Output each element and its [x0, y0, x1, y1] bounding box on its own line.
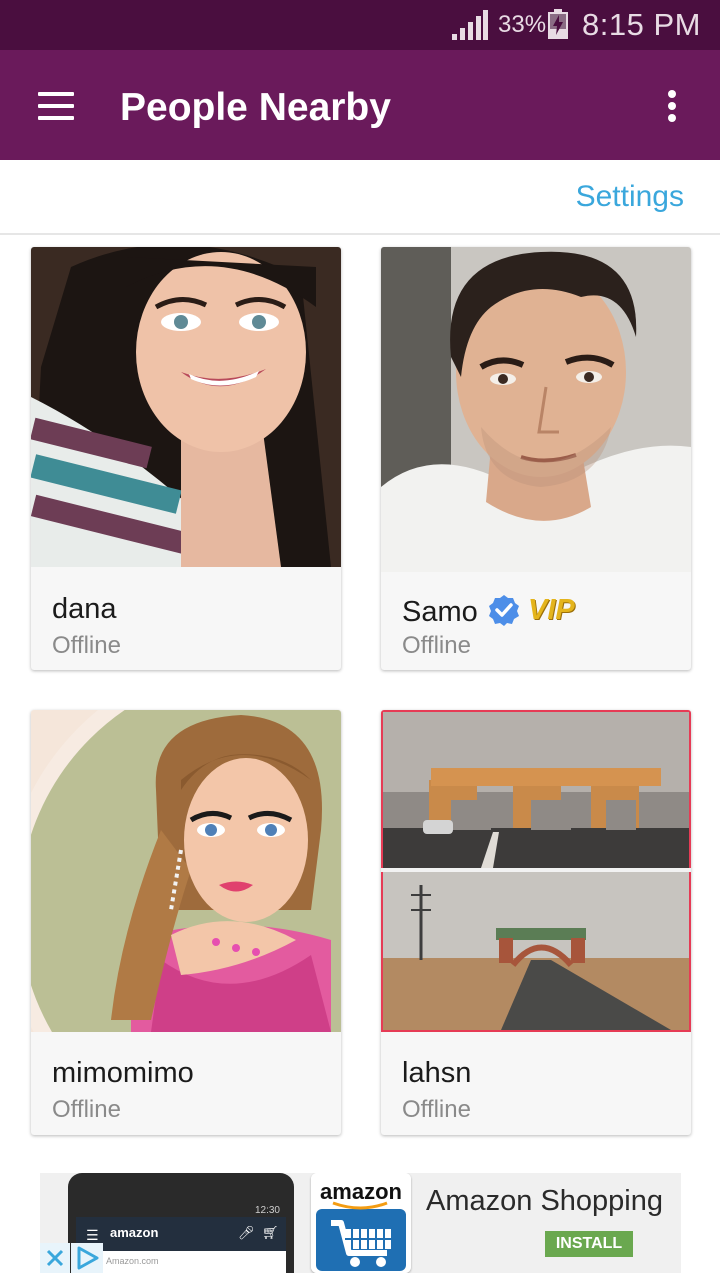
profile-photo [381, 247, 691, 572]
clock: 8:15 PM [582, 7, 701, 42]
amazon-app-icon: amazon [311, 1173, 411, 1273]
app-bar: People Nearby [0, 50, 720, 160]
person-name: Samo [402, 596, 478, 628]
ad-phone-search: Amazon.com [76, 1251, 286, 1273]
hamburger-menu-icon[interactable] [30, 80, 82, 132]
ad-banner[interactable]: 12:30 ☰ amazon 🎤︎ 🛒︎ Amazon.com amazon A… [40, 1173, 681, 1273]
person-name: mimomimo [52, 1057, 194, 1089]
ad-title: Amazon Shopping [426, 1185, 663, 1217]
amazon-cart-logo: amazon [311, 1173, 411, 1273]
person-card-samo[interactable]: Samo VIP Offline [381, 247, 691, 670]
person-status: Offline [52, 632, 121, 659]
ad-phone-mic-icon: 🎤︎ [238, 1225, 255, 1240]
person-status: Offline [402, 632, 471, 659]
page-title: People Nearby [120, 86, 391, 129]
battery-charging-icon [548, 9, 568, 39]
ad-phone-brand: amazon [110, 1225, 159, 1240]
status-bar: 33% 8:15 PM [0, 0, 720, 50]
profile-photo [381, 710, 691, 1032]
person-name: lahsn [402, 1057, 472, 1089]
svg-text:amazon: amazon [320, 1179, 402, 1204]
ad-choices-icon[interactable] [71, 1243, 103, 1273]
settings-link[interactable]: Settings [576, 179, 684, 215]
ad-phone-url: Amazon.com [106, 1256, 159, 1266]
profile-photo [31, 247, 341, 567]
battery-percent: 33% [498, 11, 547, 38]
person-card-dana[interactable]: dana Offline [31, 247, 341, 670]
person-name: dana [52, 593, 117, 625]
more-vert-icon[interactable] [652, 80, 692, 132]
close-icon[interactable] [40, 1243, 70, 1273]
profile-photo [31, 710, 341, 1032]
ad-phone-cart-icon: 🛒︎ [262, 1225, 279, 1240]
person-card-lahsn[interactable]: lahsn Offline [381, 710, 691, 1135]
person-status: Offline [402, 1096, 471, 1123]
settings-row: Settings [0, 160, 720, 235]
person-status: Offline [52, 1096, 121, 1123]
person-card-mimomimo[interactable]: mimomimo Offline [31, 710, 341, 1135]
verified-badge-icon [489, 595, 519, 626]
signal-strength-icon [452, 10, 488, 40]
install-button[interactable]: INSTALL [545, 1231, 633, 1257]
ad-phone-menu-icon: ☰ [86, 1227, 99, 1243]
ad-phone-screen: ☰ amazon 🎤︎ 🛒︎ Amazon.com [76, 1217, 286, 1273]
ad-phone-time: 12:30 [254, 1205, 280, 1216]
vip-badge: VIP [528, 594, 575, 626]
